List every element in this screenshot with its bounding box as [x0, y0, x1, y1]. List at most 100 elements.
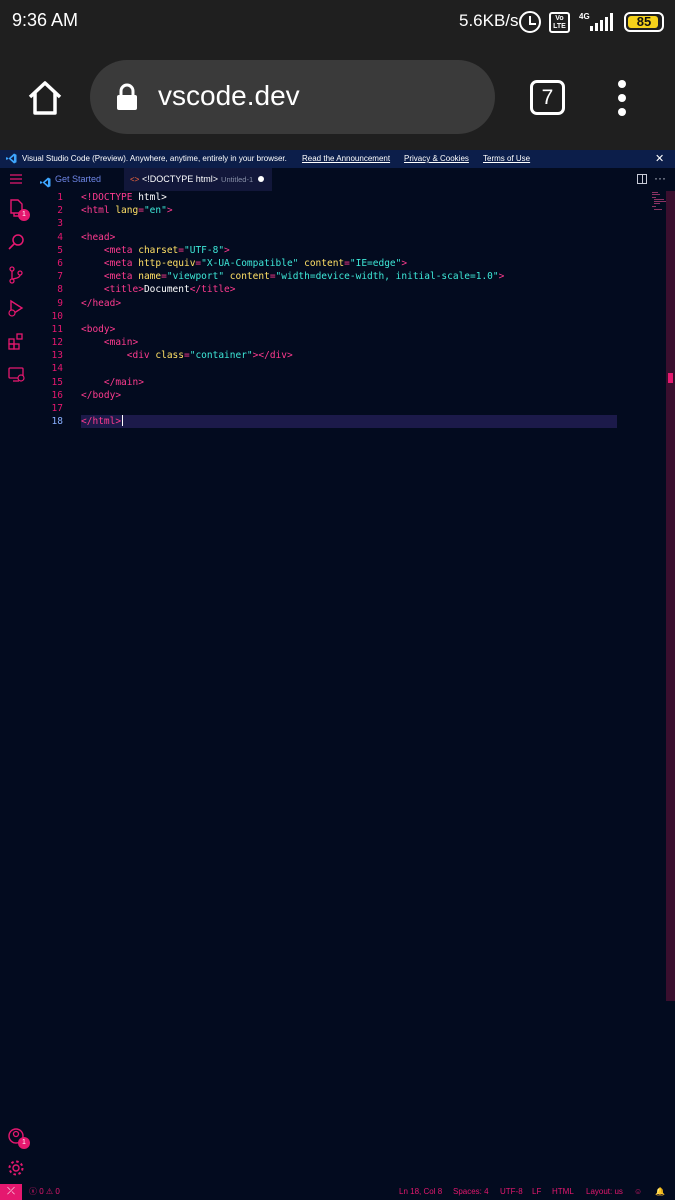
line-number: 7	[57, 271, 63, 283]
code-line[interactable]: <meta charset="UTF-8">	[81, 244, 617, 257]
clock: 9:36 AM	[12, 10, 79, 30]
tab-description: Untitled-1	[221, 175, 254, 184]
code-line[interactable]: ​	[81, 217, 617, 230]
close-icon[interactable]: ✕	[655, 150, 664, 168]
browser-toolbar: vscode.dev 7	[0, 46, 675, 150]
code-line[interactable]: <body>	[81, 323, 617, 336]
vscode-icon	[40, 174, 51, 188]
menu-icon[interactable]	[6, 172, 26, 186]
code-line[interactable]: ​	[81, 310, 617, 323]
remote-explorer-icon[interactable]	[6, 364, 26, 384]
announcement-link[interactable]: Read the Announcement	[302, 150, 390, 168]
vscode-status-bar: ⤫ ⓧ 0 ⚠ 0 Ln 18, Col 8 Spaces: 4 UTF-8 L…	[0, 1184, 675, 1200]
error-count: 0	[39, 1187, 44, 1196]
explorer-icon[interactable]: 1	[6, 198, 30, 221]
line-number: 4	[57, 231, 63, 243]
code-line[interactable]: <meta http-equiv="X-UA-Compatible" conte…	[81, 257, 617, 270]
tab-untitled-1[interactable]: <> <!DOCTYPE html> Untitled-1	[124, 168, 272, 191]
gear-icon[interactable]	[6, 1158, 26, 1178]
code-line[interactable]: <title>Document</title>	[81, 283, 617, 296]
network-speed: 5.6KB/s	[459, 11, 519, 30]
minimap[interactable]	[618, 191, 668, 211]
more-vert-icon[interactable]	[612, 80, 632, 116]
line-number: 10	[51, 310, 63, 322]
signal-icon	[590, 13, 616, 31]
line-number: 9	[57, 297, 63, 309]
line-number: 8	[57, 284, 63, 296]
code-line[interactable]: ​	[81, 402, 617, 415]
editor-tabs: Get Started <> <!DOCTYPE html> Untitled-1…	[33, 168, 675, 191]
preview-banner: Visual Studio Code (Preview). Anywhere, …	[0, 150, 675, 168]
extensions-icon[interactable]	[6, 331, 26, 351]
remote-indicator[interactable]: ⤫	[0, 1184, 22, 1200]
explorer-badge: 1	[18, 209, 30, 221]
run-debug-icon[interactable]	[6, 298, 26, 318]
line-number: 3	[57, 218, 63, 230]
line-number: 11	[51, 323, 63, 335]
search-icon[interactable]	[6, 232, 26, 252]
line-number: 15	[51, 376, 63, 388]
encoding[interactable]: UTF-8	[500, 1184, 523, 1200]
code-line[interactable]: </html>	[81, 415, 617, 429]
url-text[interactable]: vscode.dev	[158, 80, 300, 112]
cursor-position[interactable]: Ln 18, Col 8	[399, 1184, 442, 1200]
lock-icon[interactable]	[116, 83, 138, 111]
battery-icon: 85	[624, 12, 664, 32]
address-bar[interactable]: vscode.dev	[90, 60, 495, 134]
line-number: 18	[51, 416, 63, 428]
line-number: 12	[51, 337, 63, 349]
tabs-icon[interactable]: 7	[530, 80, 565, 115]
line-number: 17	[51, 403, 63, 414]
volte-icon: Vo LTE	[549, 12, 570, 33]
source-control-icon[interactable]	[6, 265, 26, 285]
terms-link[interactable]: Terms of Use	[483, 150, 530, 168]
indentation[interactable]: Spaces: 4	[453, 1184, 489, 1200]
code-line[interactable]: </main>	[81, 376, 617, 389]
privacy-link[interactable]: Privacy & Cookies	[404, 150, 469, 168]
accounts-badge: 1	[18, 1137, 30, 1149]
banner-message: Visual Studio Code (Preview). Anywhere, …	[22, 154, 287, 163]
end-of-line[interactable]: LF	[532, 1184, 541, 1200]
html-icon: <>	[130, 175, 140, 184]
line-number: 5	[57, 244, 63, 256]
language-mode[interactable]: HTML	[552, 1184, 574, 1200]
activity-bar: 1 1	[0, 168, 33, 1184]
line-number: 13	[51, 350, 63, 362]
warning-icon: ⚠	[45, 1187, 54, 1196]
problems-indicator[interactable]: ⓧ 0 ⚠ 0	[29, 1184, 60, 1200]
code-line[interactable]: <html lang="en">	[81, 204, 617, 217]
code-lines[interactable]: <!DOCTYPE html><html lang="en">​<head> <…	[81, 191, 617, 429]
line-numbers: 1 2 3 4 5 6 7 8 9 10 11 12 13 14 15 16 17 18	[33, 191, 63, 428]
code-line[interactable]: </head>	[81, 297, 617, 310]
home-icon[interactable]	[26, 80, 64, 116]
network-type: 4G	[579, 12, 590, 21]
tab-label: <!DOCTYPE html>	[142, 174, 219, 184]
code-line[interactable]: <meta name="viewport" content="width=dev…	[81, 270, 617, 283]
scrollbar-thumb[interactable]	[668, 373, 673, 383]
unsaved-dot-icon[interactable]	[258, 176, 264, 182]
keyboard-layout[interactable]: Layout: us	[586, 1184, 623, 1200]
split-editor-icon[interactable]	[637, 174, 647, 184]
line-number: 16	[51, 389, 63, 401]
editor-scrollbar[interactable]	[666, 191, 675, 1001]
bell-icon[interactable]: 🔔	[655, 1184, 665, 1200]
more-horizontal-icon[interactable]: ···	[654, 168, 666, 188]
code-line[interactable]: <!DOCTYPE html>	[81, 191, 617, 204]
tab-get-started[interactable]: Get Started	[33, 168, 121, 191]
code-line[interactable]: <main>	[81, 336, 617, 349]
code-line[interactable]: <head>	[81, 231, 617, 244]
alarm-icon	[519, 11, 541, 33]
feedback-icon[interactable]: ☺	[634, 1184, 642, 1200]
android-status-bar: 9:36 AM 5.6KB/s Vo LTE 4G 85	[0, 0, 675, 46]
vscode-icon	[6, 153, 17, 164]
accounts-icon[interactable]: 1	[6, 1126, 30, 1149]
code-editor[interactable]: 1 2 3 4 5 6 7 8 9 10 11 12 13 14 15 16 17 18 <!DOCTYPE ht…	[33, 191, 675, 1184]
code-line[interactable]: <div class="container"></div>	[81, 349, 617, 362]
code-line[interactable]: </body>	[81, 389, 617, 402]
error-icon: ⓧ	[29, 1187, 37, 1196]
code-line[interactable]: ​	[81, 362, 617, 375]
line-number: 1	[57, 192, 63, 203]
line-number: 6	[57, 257, 63, 269]
warning-count: 0	[55, 1187, 60, 1196]
text-cursor	[122, 415, 124, 427]
